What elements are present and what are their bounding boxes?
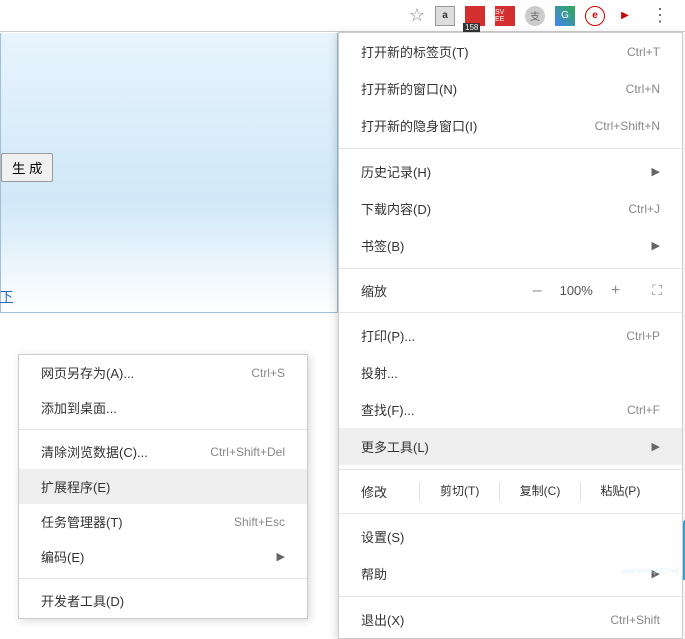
menu-separator — [339, 312, 682, 313]
submenu-task-manager[interactable]: 任务管理器(T)Shift+Esc — [19, 504, 307, 539]
extension-badge: 158 — [463, 23, 480, 32]
submenu-save-as[interactable]: 网页另存为(A)...Ctrl+S — [19, 355, 307, 390]
generate-button[interactable]: 生 成 — [1, 153, 53, 182]
zoom-out-button[interactable]: – — [533, 282, 542, 300]
menu-separator — [19, 429, 307, 430]
zoom-in-button[interactable]: + — [611, 282, 620, 300]
chevron-right-icon: ▶ — [652, 165, 660, 178]
menu-new-window[interactable]: 打开新的窗口(N)Ctrl+N — [339, 70, 682, 107]
menu-new-tab[interactable]: 打开新的标签页(T)Ctrl+T — [339, 33, 682, 70]
page-content: 生 成 — [0, 33, 338, 313]
extension-red-icon[interactable]: 158 — [465, 6, 485, 26]
submenu-clear-data[interactable]: 清除浏览数据(C)...Ctrl+Shift+Del — [19, 434, 307, 469]
submenu-extensions[interactable]: 扩展程序(E) — [19, 469, 307, 504]
submenu-devtools[interactable]: 开发者工具(D) — [19, 583, 307, 618]
menu-separator — [339, 469, 682, 470]
chrome-main-menu: 打开新的标签页(T)Ctrl+T 打开新的窗口(N)Ctrl+N 打开新的隐身窗… — [338, 32, 683, 639]
menu-separator — [339, 148, 682, 149]
menu-downloads[interactable]: 下载内容(D)Ctrl+J — [339, 190, 682, 227]
menu-incognito[interactable]: 打开新的隐身窗口(I)Ctrl+Shift+N — [339, 107, 682, 144]
menu-print[interactable]: 打印(P)...Ctrl+P — [339, 317, 682, 354]
browser-toolbar: ☆ a 158 SV EE 支 G e ▶ ⋮ — [0, 0, 685, 32]
extension-e-icon[interactable]: e — [585, 6, 605, 26]
zoom-value: 100% — [560, 283, 593, 298]
submenu-add-desktop[interactable]: 添加到桌面... — [19, 390, 307, 425]
chevron-right-icon: ▶ — [652, 239, 660, 252]
extension-shield-icon[interactable]: 支 — [525, 6, 545, 26]
menu-more-tools[interactable]: 更多工具(L)▶ — [339, 428, 682, 465]
chevron-right-icon: ▶ — [652, 440, 660, 453]
menu-find[interactable]: 查找(F)...Ctrl+F — [339, 391, 682, 428]
cut-button[interactable]: 剪切(T) — [419, 482, 499, 501]
extension-a-icon[interactable]: a — [435, 6, 455, 26]
more-tools-submenu: 网页另存为(A)...Ctrl+S 添加到桌面... 清除浏览数据(C)...C… — [18, 354, 308, 619]
fullscreen-icon[interactable]: ⛶ — [652, 282, 660, 299]
menu-cast[interactable]: 投射... — [339, 354, 682, 391]
menu-exit[interactable]: 退出(X)Ctrl+Shift — [339, 601, 682, 638]
extension-translate-icon[interactable]: G — [555, 6, 575, 26]
extension-video-icon[interactable]: ▶ — [615, 6, 635, 26]
menu-separator — [339, 513, 682, 514]
copy-button[interactable]: 复制(C) — [499, 482, 579, 501]
submenu-encoding[interactable]: 编码(E)▶ — [19, 539, 307, 574]
menu-edit-row: 修改 剪切(T) 复制(C) 粘贴(P) — [339, 474, 682, 509]
bookmark-star-icon[interactable]: ☆ — [409, 5, 425, 26]
menu-separator — [339, 596, 682, 597]
menu-bookmarks[interactable]: 书签(B)▶ — [339, 227, 682, 264]
menu-history[interactable]: 历史记录(H)▶ — [339, 153, 682, 190]
chevron-right-icon: ▶ — [277, 550, 285, 563]
menu-separator — [339, 268, 682, 269]
download-link[interactable]: 下 — [0, 286, 13, 305]
menu-separator — [19, 578, 307, 579]
extension-sv-icon[interactable]: SV EE — [495, 6, 515, 26]
menu-zoom: 缩放 – 100% + ⛶ — [339, 273, 682, 308]
paste-button[interactable]: 粘贴(P) — [580, 482, 660, 501]
chrome-menu-button[interactable]: ⋮ — [645, 5, 675, 26]
